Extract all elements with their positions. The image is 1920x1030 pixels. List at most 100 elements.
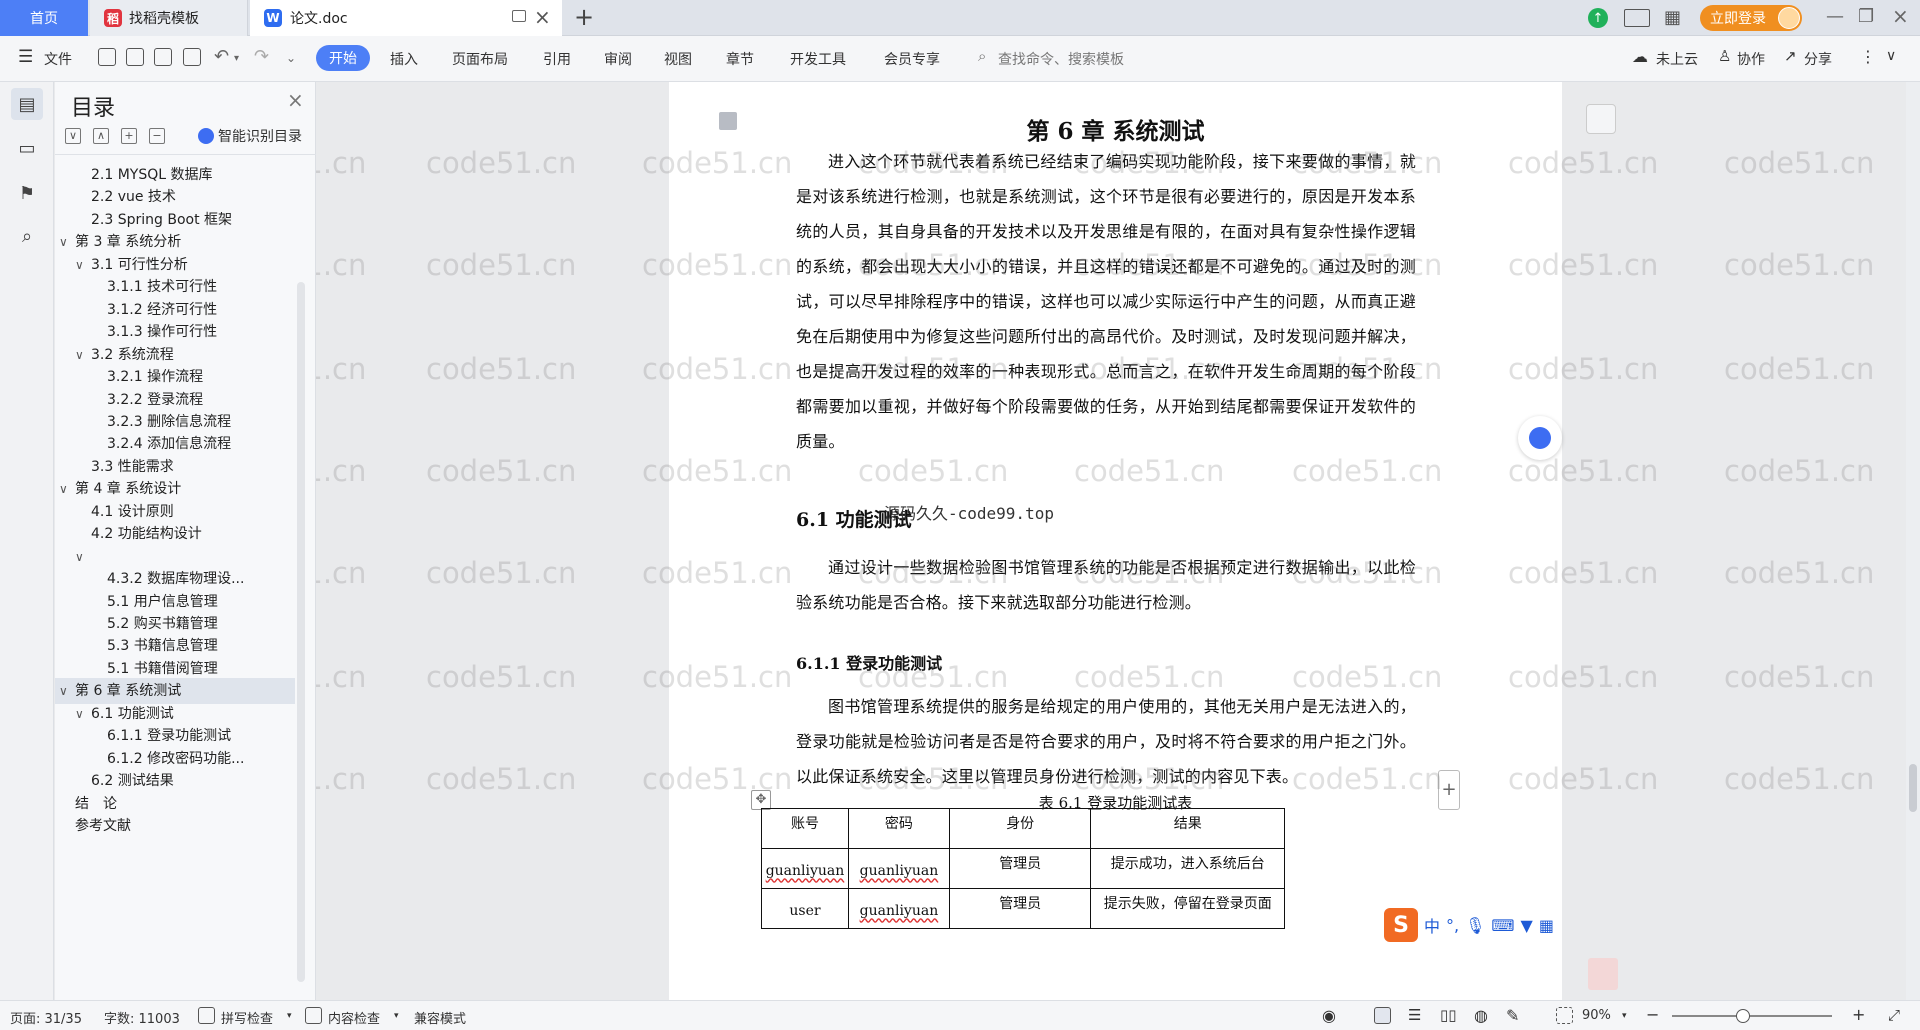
toc-panel-icon[interactable]: ▤ [11, 88, 43, 120]
cloud-status[interactable]: 未上云 [1656, 49, 1698, 69]
toc-scrollbar[interactable] [297, 282, 305, 982]
table-header-cell: 结果 [1090, 808, 1285, 849]
reading-view-icon[interactable]: ▯▯ [1440, 1006, 1457, 1024]
document-page[interactable]: 第 6 章 系统测试 进入这个环节就代表着系统已经结束了编码实现功能阶段，接下来… [669, 82, 1562, 1000]
close-tab-icon[interactable]: × [534, 6, 551, 28]
chapter-nav-icon[interactable]: ▭ [11, 132, 43, 164]
smart-toc-label: 智能识别目录 [218, 129, 302, 145]
toc-item-label: 2.2 vue 技术 [91, 189, 176, 206]
restore-icon[interactable]: ❐ [1858, 6, 1874, 27]
quick-access-dropdown-icon[interactable]: ⌄ [286, 51, 296, 65]
smart-toc-button[interactable]: 智能识别目录 [198, 126, 302, 146]
ime-mode[interactable]: 中 [1424, 913, 1440, 937]
save-icon[interactable] [98, 48, 116, 66]
zoom-level[interactable]: 90% [1582, 1008, 1611, 1023]
page-view-icon[interactable] [1374, 1007, 1391, 1024]
ribbon-tab-page-layout[interactable]: 页面布局 [452, 49, 508, 69]
punctuation-icon[interactable]: °, [1446, 916, 1459, 935]
toolbox-icon[interactable]: ▦ [1539, 916, 1554, 935]
ribbon-tab-references[interactable]: 引用 [543, 49, 571, 69]
collapse-all-icon[interactable]: ∧ [93, 128, 109, 144]
toc-item-label: 6.1.1 登录功能测试 [107, 728, 232, 745]
redo-icon[interactable]: ↷ [254, 46, 269, 67]
zoom-slider-knob[interactable] [1736, 1009, 1750, 1023]
bookmark-icon[interactable]: ⚑ [11, 177, 43, 209]
ribbon-tab-chapter[interactable]: 章节 [726, 49, 754, 69]
fit-page-icon[interactable] [1556, 1007, 1573, 1024]
spellcheck-button[interactable]: 拼写检查 [221, 1008, 273, 1027]
ribbon-tab-view[interactable]: 视图 [664, 49, 692, 69]
ribbon-tab-review[interactable]: 审阅 [604, 49, 632, 69]
add-table-column-icon[interactable]: + [1438, 770, 1460, 810]
print-icon[interactable] [154, 48, 172, 66]
table-cell-text: guanliyuan [859, 902, 939, 919]
toc-item-label: 3.2.3 删除信息流程 [107, 413, 232, 430]
watermark-text: code51.cn [316, 762, 367, 796]
more-options-icon[interactable]: ⋮ [1860, 47, 1876, 66]
web-view-icon[interactable]: ◍ [1474, 1006, 1488, 1025]
tab-home[interactable]: 首页 [0, 0, 88, 36]
vertical-scrollbar[interactable] [1906, 82, 1920, 1000]
side-filter-icon[interactable] [1586, 104, 1616, 134]
share-button[interactable]: 分享 [1804, 49, 1832, 69]
spellcheck-dropdown-icon[interactable]: ▾ [287, 1011, 292, 1021]
content-check-dropdown-icon[interactable]: ▾ [394, 1011, 399, 1021]
ribbon-tab-start[interactable]: 开始 [316, 45, 370, 71]
ribbon-tab-developer[interactable]: 开发工具 [790, 49, 846, 69]
window-close-icon[interactable]: × [1892, 4, 1909, 28]
table-header-cell: 身份 [948, 808, 1092, 849]
apps-grid-icon[interactable]: ▦ [1664, 9, 1682, 27]
collab-button[interactable]: 协作 [1737, 49, 1765, 69]
print-preview-icon[interactable] [183, 48, 201, 66]
watermark-text: code51.cn [426, 248, 577, 282]
undo-icon[interactable]: ↶ [214, 46, 229, 67]
zoom-slider-track[interactable] [1672, 1015, 1832, 1017]
write-view-icon[interactable]: ✎ [1506, 1006, 1519, 1025]
skin-icon[interactable]: ▼ [1521, 916, 1533, 935]
expand-all-icon[interactable]: ∨ [65, 128, 81, 144]
page-indicator[interactable]: 页面: 31/35 [10, 1008, 82, 1027]
find-icon[interactable]: ⌕ [11, 220, 43, 252]
file-menu[interactable]: 文件 [44, 49, 72, 69]
remove-heading-icon[interactable]: − [149, 128, 165, 144]
close-toc-icon[interactable]: × [287, 88, 304, 112]
login-label: 立即登录 [1710, 11, 1766, 27]
toc-item[interactable]: 参考文献 [55, 813, 295, 839]
eye-protection-icon[interactable]: ◉ [1322, 1006, 1336, 1025]
word-count[interactable]: 字数: 11003 [104, 1008, 180, 1027]
undo-dropdown-icon[interactable]: ▾ [234, 53, 239, 64]
menu-hamburger-icon[interactable]: ☰ [18, 47, 33, 67]
toc-panel: 目录 × ∨ ∧ + − 智能识别目录 2.1 MYSQL 数据库 2.2 vue… [55, 82, 316, 1000]
sogou-logo-icon: S [1384, 908, 1418, 942]
table-move-icon[interactable]: ✥ [751, 790, 771, 810]
feedback-icon[interactable] [1588, 958, 1618, 990]
assistant-button[interactable] [1518, 416, 1562, 460]
keyboard-icon[interactable]: ⌨ [1491, 916, 1514, 935]
ribbon-tab-insert[interactable]: 插入 [390, 49, 418, 69]
pin-window-icon[interactable] [512, 10, 526, 22]
fullscreen-icon[interactable]: ⤢ [1888, 1006, 1900, 1024]
ribbon-toolbar: ☰ 文件 ↶ ▾ ↷ ⌄ 开始 插入 页面布局 引用 审阅 视图 章节 开发工具… [0, 36, 1920, 82]
command-search[interactable]: 查找命令、搜索模板 [998, 49, 1124, 69]
ime-toolbar[interactable]: S 中 °, 🎙 ⌨ ▼ ▦ [1384, 908, 1584, 942]
zoom-dropdown-icon[interactable]: ▾ [1622, 1011, 1627, 1021]
microphone-icon[interactable]: 🎙 [1465, 916, 1485, 935]
new-tab-button[interactable]: + [574, 3, 594, 31]
ribbon-tab-member[interactable]: 会员专享 [884, 49, 940, 69]
login-button[interactable]: 立即登录 [1700, 5, 1802, 31]
collapse-ribbon-icon[interactable]: ∨ [1886, 48, 1896, 64]
outline-view-icon[interactable]: ☰ [1408, 1006, 1421, 1024]
tab-document[interactable]: W 论文.doc × [250, 0, 562, 36]
content-check-button[interactable]: 内容检查 [328, 1008, 380, 1027]
zoom-out-icon[interactable]: − [1646, 1005, 1659, 1024]
add-heading-icon[interactable]: + [121, 128, 137, 144]
toc-item-label: 4.1 设计原则 [91, 503, 174, 520]
table-header-cell: 密码 [847, 808, 950, 849]
minimize-icon[interactable]: — [1826, 6, 1844, 27]
layout-view-icon[interactable] [1624, 9, 1650, 27]
tab-daoke-templates[interactable]: 稻 找稻壳模板 [90, 0, 248, 36]
upgrade-arrow-icon[interactable]: ↑ [1588, 8, 1608, 28]
export-pdf-icon[interactable] [126, 48, 144, 66]
zoom-in-icon[interactable]: + [1852, 1005, 1865, 1024]
scrollbar-thumb[interactable] [1909, 764, 1917, 812]
